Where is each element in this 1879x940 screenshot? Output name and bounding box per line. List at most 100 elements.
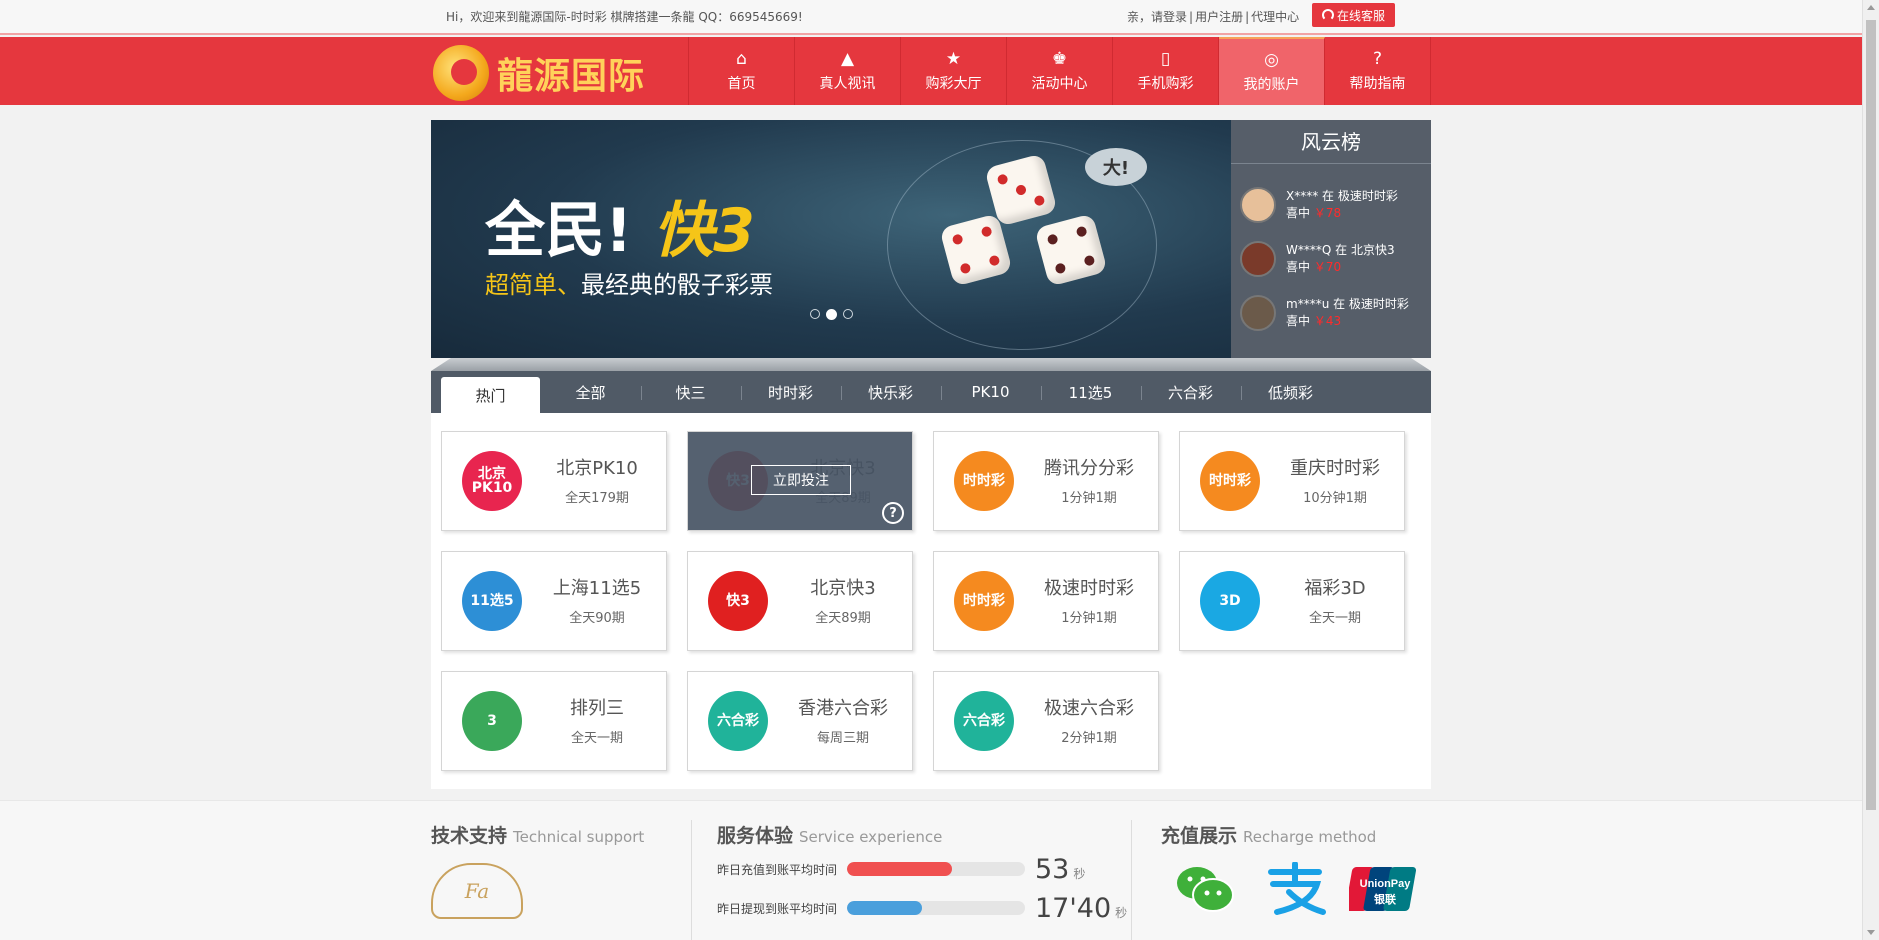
stat-value: 17'40 [1035, 892, 1112, 924]
nav-item[interactable]: ▲ 真人视讯 [795, 37, 901, 105]
home-icon: ⌂ [736, 49, 747, 69]
game-schedule: 全天89期 [815, 611, 871, 626]
ranking-amount: ￥43 [1313, 314, 1342, 328]
nav-item[interactable]: ◎ 我的账户 [1219, 37, 1325, 105]
footer-divider [1131, 820, 1132, 940]
site-logo[interactable]: 龍源国际 [433, 45, 645, 101]
game-card[interactable]: 时时彩 极速时时彩 1分钟1期 [933, 551, 1159, 651]
nav-item[interactable]: ? 帮助指南 [1325, 37, 1431, 105]
tab-hot[interactable]: 热门 [441, 377, 540, 413]
lottery-logo-icon: 时时彩 [954, 451, 1014, 511]
banner-shelf [431, 358, 1431, 371]
nav-item[interactable]: ♚ 活动中心 [1007, 37, 1113, 105]
game-card[interactable]: 11选5 上海11选5 全天90期 [441, 551, 667, 651]
carousel-dot[interactable] [810, 309, 820, 319]
tab-8[interactable]: 低频彩 [1241, 371, 1340, 413]
login-link[interactable]: 亲，请登录 [1127, 10, 1187, 24]
game-card[interactable]: 快3 北京快3 全天89期 [687, 551, 913, 651]
nav-item-label: 帮助指南 [1349, 76, 1406, 92]
game-name: 香港六合彩 [798, 698, 888, 719]
lottery-logo-icon: 3D [1200, 571, 1260, 631]
lottery-logo-icon: 时时彩 [1200, 451, 1260, 511]
tab-3[interactable]: 时时彩 [741, 371, 840, 413]
lottery-logo-icon: 六合彩 [954, 691, 1014, 751]
stat-row: 昨日提现到账平均时间 17'40 秒 [717, 892, 1137, 924]
gift-icon: ♚ [1051, 49, 1068, 69]
promo-banner[interactable]: 全民! 快3 超简单、最经典的骰子彩票 大! [431, 120, 1231, 358]
main-header: 龍源国际 ⌂ 首页 ▲ 真人视讯 ★ 购彩大厅 ♚ 活动中心 ▯ 手机购彩 ◎ 我的账户? 帮助指南 [0, 37, 1862, 105]
game-card[interactable]: 北京 PK10 北京PK10 全天179期 [441, 431, 667, 531]
avatar [1240, 241, 1276, 277]
stat-unit: 秒 [1115, 905, 1128, 920]
tab-5[interactable]: PK10 [941, 371, 1040, 413]
tech-support-title: 技术支持 Technical support [431, 821, 644, 848]
game-card[interactable]: 六合彩 极速六合彩 2分钟1期 [933, 671, 1159, 771]
carousel-dot-active[interactable] [826, 309, 837, 320]
ranking-prefix: 喜中 [1286, 260, 1311, 274]
tab-2[interactable]: 快三 [641, 371, 740, 413]
tech-title-en: Technical support [513, 828, 645, 846]
bet-now-button[interactable]: 立即投注 [751, 465, 851, 495]
account-links: 亲，请登录 | 用户注册 | 代理中心 [1127, 10, 1300, 24]
lottery-logo-icon: 11选5 [462, 571, 522, 631]
game-name: 极速时时彩 [1044, 578, 1134, 599]
wechat-icon [1166, 863, 1244, 915]
dragon-logo-icon [433, 45, 489, 101]
carousel-dot[interactable] [843, 309, 853, 319]
scroll-up-arrow-icon[interactable] [1867, 5, 1875, 10]
user-icon: ◎ [1264, 50, 1279, 70]
lottery-tabs: 热门 全部 快三 时时彩 快乐彩 PK10 11选5 六合彩 低频彩 [431, 371, 1431, 413]
tab-4[interactable]: 快乐彩 [841, 371, 940, 413]
game-card[interactable]: 时时彩 腾讯分分彩 1分钟1期 [933, 431, 1159, 531]
subtitle-rest: 最经典的骰子彩票 [581, 271, 773, 299]
register-link[interactable]: 用户注册 [1195, 10, 1243, 24]
lottery-logo-icon: 北京 PK10 [462, 451, 522, 511]
welcome-text: Hi，欢迎来到龍源国际-时时彩 棋牌搭建一条龍 QQ：669545669! [446, 10, 803, 24]
online-service-button[interactable]: 在线客服 [1312, 3, 1395, 27]
winners-ranking: 风云榜 X**** 在 极速时时彩 喜中 ￥78 W****Q 在 北京快3 喜中 … [1231, 120, 1431, 358]
game-schedule: 全天一期 [570, 731, 623, 746]
agent-link[interactable]: 代理中心 [1251, 10, 1299, 24]
game-name: 极速六合彩 [1044, 698, 1134, 719]
game-card[interactable]: 3D 福彩3D 全天一期 [1179, 551, 1405, 651]
unionpay-label: UnionPay [1360, 878, 1412, 890]
nav-item[interactable]: ▯ 手机购彩 [1113, 37, 1219, 105]
nav-item[interactable]: ⌂ 首页 [689, 37, 795, 105]
game-name: 北京快3 [810, 578, 876, 599]
lottery-logo-icon: 时时彩 [954, 571, 1014, 631]
banner-headline: 全民! 快3 [485, 182, 755, 269]
subtitle-highlight: 超简单、 [485, 271, 581, 299]
help-circle-icon[interactable]: ? [882, 502, 904, 524]
game-name: 排列三 [570, 698, 624, 719]
page-scrollbar[interactable] [1862, 0, 1879, 940]
avatar [1240, 187, 1276, 223]
top-bar: Hi，欢迎来到龍源国际-时时彩 棋牌搭建一条龍 QQ：669545669! 亲，… [0, 0, 1862, 35]
ranking-title: 风云榜 [1231, 120, 1431, 164]
stat-bar-fill [847, 862, 953, 876]
game-card[interactable]: 3 排列三 全天一期 [441, 671, 667, 771]
headline-k3: 快3 [653, 196, 756, 266]
scrollbar-thumb[interactable] [1866, 20, 1876, 810]
tab-1[interactable]: 全部 [541, 371, 640, 413]
main-nav: ⌂ 首页 ▲ 真人视讯 ★ 购彩大厅 ♚ 活动中心 ▯ 手机购彩 ◎ 我的账户? 帮助指南 [688, 37, 1431, 105]
games-panel: 北京 PK10 北京PK10 全天179期快3 北京快3 全天89期 立即投注 … [431, 413, 1431, 789]
stat-row: 昨日充值到账平均时间 53 秒 [717, 854, 1137, 885]
logo-text: 龍源国际 [497, 55, 646, 97]
avatar [1240, 295, 1276, 331]
scroll-down-arrow-icon[interactable] [1867, 930, 1875, 935]
nav-item[interactable]: ★ 购彩大厅 [901, 37, 1007, 105]
lottery-logo-icon: 快3 [708, 571, 768, 631]
game-card[interactable]: 快3 北京快3 全天89期 立即投注 ? [687, 431, 913, 531]
game-card[interactable]: 时时彩 重庆时时彩 10分钟1期 [1179, 431, 1405, 531]
service-title-cn: 服务体验 [717, 825, 794, 847]
game-schedule: 全天179期 [565, 491, 629, 506]
ranking-row: X**** 在 极速时时彩 喜中 ￥78 [1240, 185, 1398, 225]
game-schedule: 2分钟1期 [1061, 731, 1117, 746]
tab-7[interactable]: 六合彩 [1141, 371, 1240, 413]
game-name: 北京PK10 [556, 458, 638, 479]
footer-divider [691, 820, 692, 940]
ranking-prefix: 喜中 [1286, 206, 1311, 220]
tab-6[interactable]: 11选5 [1041, 371, 1140, 413]
ranking-text: m****u 在 极速时时彩 [1286, 297, 1409, 311]
game-card[interactable]: 六合彩 香港六合彩 每周三期 [687, 671, 913, 771]
